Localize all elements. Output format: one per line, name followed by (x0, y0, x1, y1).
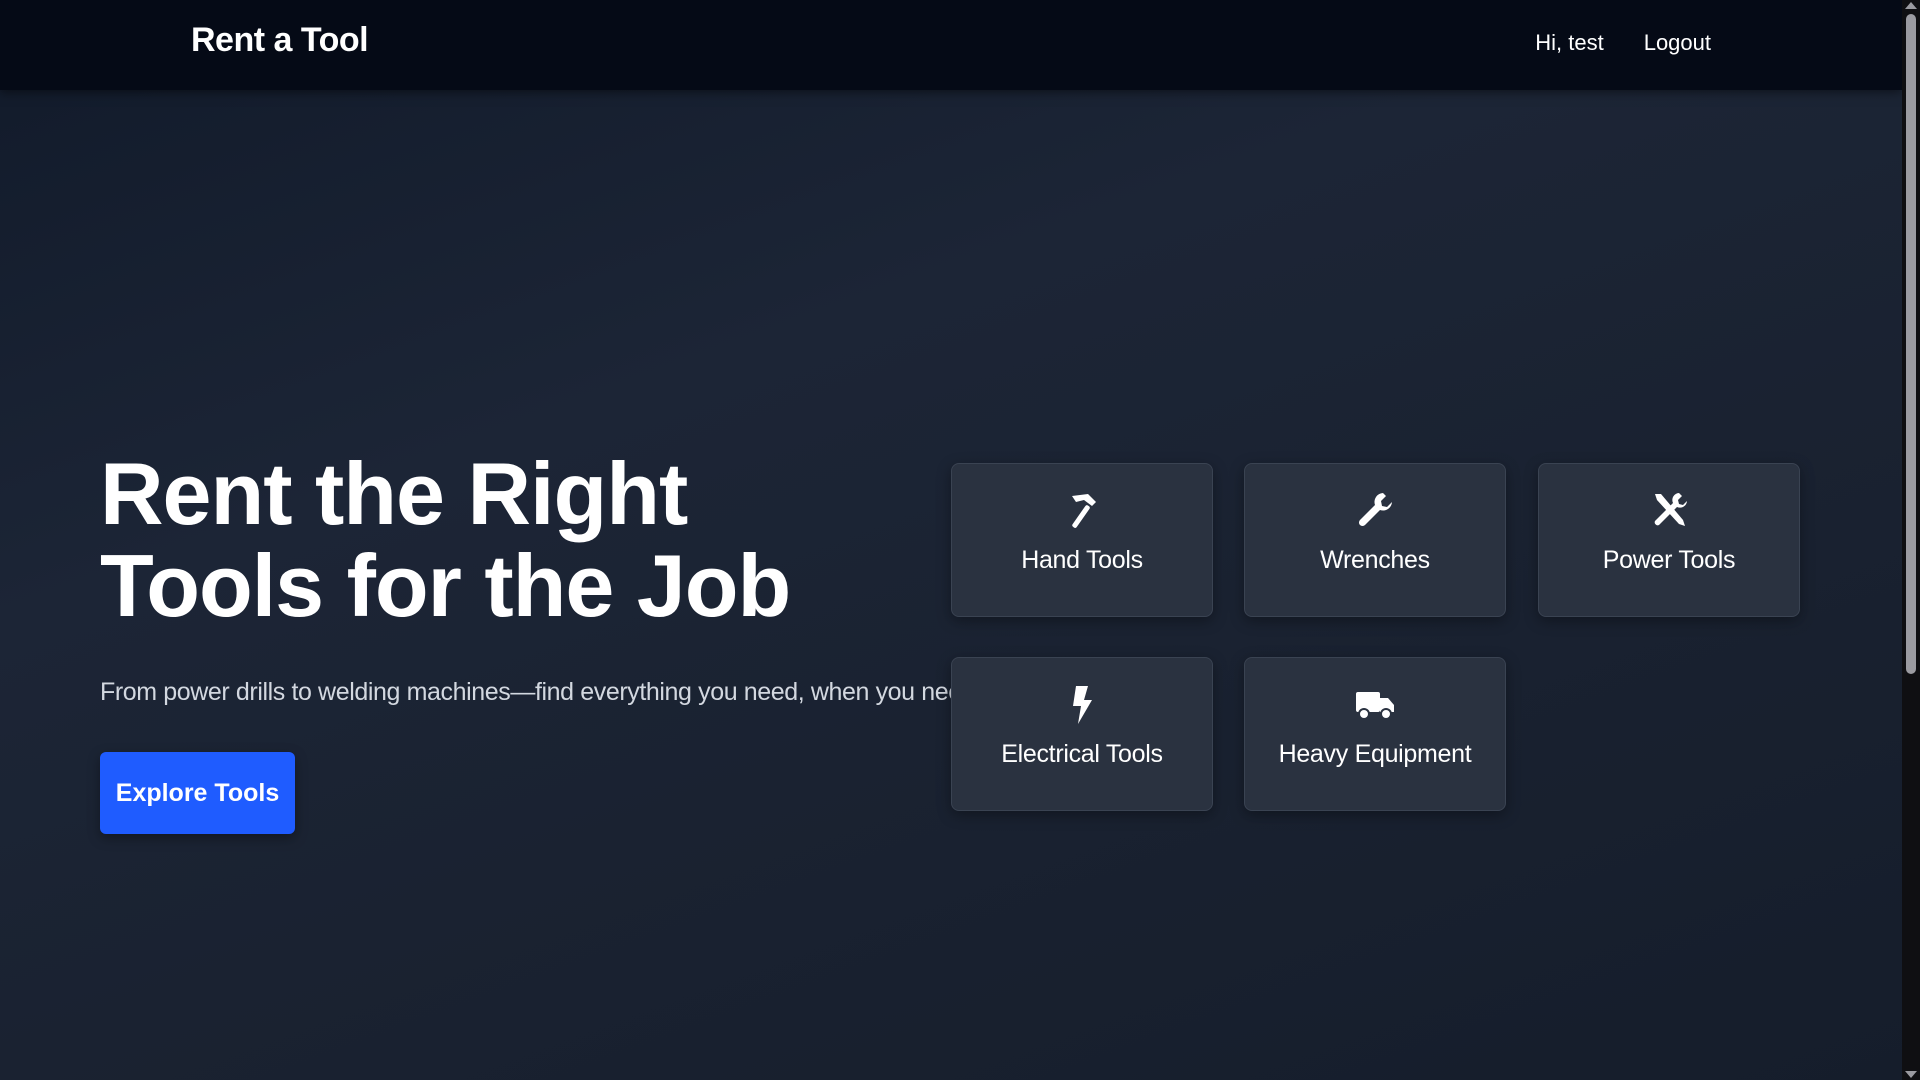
hero-title: Rent the Right Tools for the Job (100, 444, 791, 635)
vertical-scrollbar[interactable] (1902, 0, 1920, 1080)
category-label: Electrical Tools (1001, 740, 1163, 768)
top-navbar: Rent a Tool Hi, test Logout (0, 0, 1902, 90)
wrench-icon (1353, 488, 1397, 532)
tools-icon (1647, 488, 1691, 532)
lightning-bolt-icon (1060, 682, 1104, 726)
brand-logo[interactable]: Rent a Tool (191, 21, 369, 60)
category-card-power-tools[interactable]: Power Tools (1538, 463, 1800, 617)
category-label: Power Tools (1602, 546, 1736, 574)
nav-user-menu: Hi, test Logout (1535, 30, 1711, 56)
scroll-up-arrow-icon[interactable] (1905, 2, 1917, 9)
hero-subtitle: From power drills to welding machines—fi… (100, 678, 1001, 706)
category-label: Heavy Equipment (1278, 740, 1472, 768)
category-label: Wrenches (1320, 546, 1430, 574)
category-card-hand-tools[interactable]: Hand Tools (951, 463, 1213, 617)
category-card-wrenches[interactable]: Wrenches (1244, 463, 1506, 617)
explore-tools-button[interactable]: Explore Tools (100, 752, 295, 834)
truck-icon (1353, 682, 1397, 726)
category-card-electrical-tools[interactable]: Electrical Tools (951, 657, 1213, 811)
category-card-heavy-equipment[interactable]: Heavy Equipment (1244, 657, 1506, 811)
logout-link[interactable]: Logout (1644, 30, 1711, 56)
scroll-down-arrow-icon[interactable] (1905, 1071, 1917, 1078)
category-label: Hand Tools (1021, 546, 1143, 574)
scrollbar-thumb[interactable] (1906, 14, 1916, 674)
hammer-icon (1060, 488, 1104, 532)
user-greeting: Hi, test (1535, 30, 1604, 55)
